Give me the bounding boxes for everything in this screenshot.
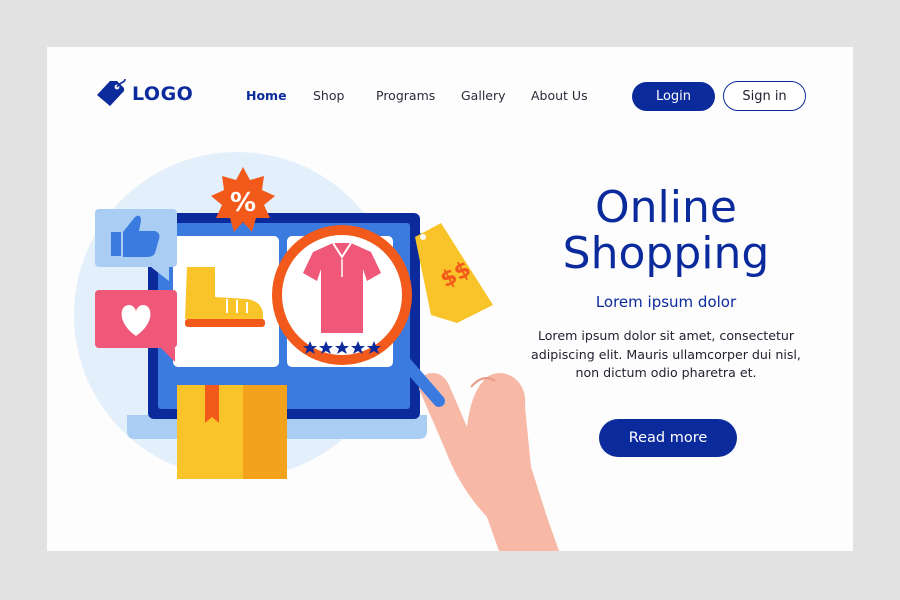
hero-title-line1: Online xyxy=(595,182,737,233)
landing-page: LOGO Home Shop Programs Gallery About Us… xyxy=(47,47,853,551)
package-icon xyxy=(177,385,287,479)
hero-subtitle: Lorem ipsum dolor xyxy=(595,293,737,311)
hero-title: Online Shopping xyxy=(531,185,801,277)
login-button[interactable]: Login xyxy=(632,82,715,111)
percent-badge-label: % xyxy=(230,188,256,218)
hero-body-text: Lorem ipsum dolor sit amet, consectetur … xyxy=(531,328,801,380)
read-more-button[interactable]: Read more xyxy=(599,419,737,457)
signin-button[interactable]: Sign in xyxy=(723,81,806,111)
online-shopping-illustration: % $$ xyxy=(74,152,559,551)
hero-title-line2: Shopping xyxy=(562,228,770,279)
